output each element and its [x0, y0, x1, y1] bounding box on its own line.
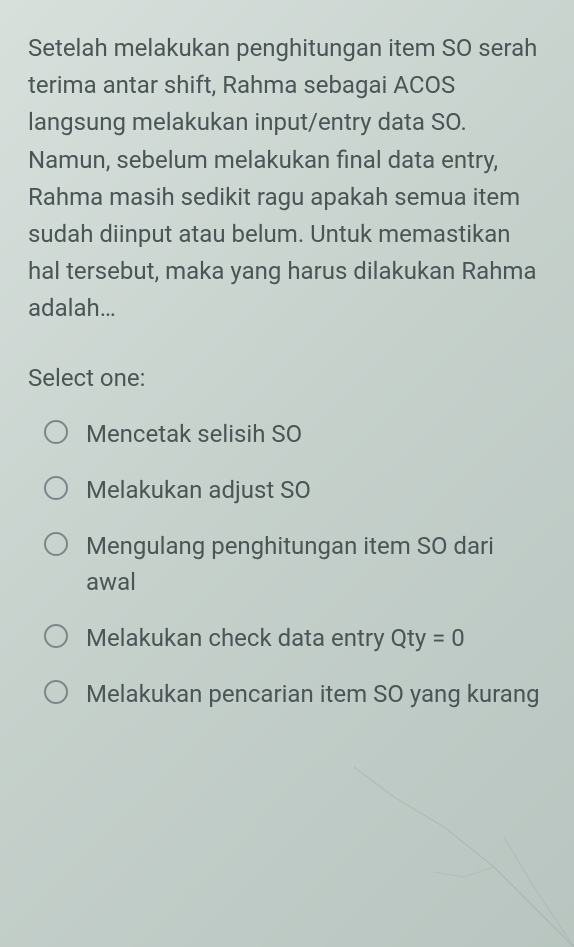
option-label: Mencetak selisih SO — [86, 416, 302, 452]
option-4[interactable]: Melakukan check data entry Qty = 0 — [28, 620, 546, 656]
option-label: Melakukan check data entry Qty = 0 — [86, 620, 465, 656]
option-label: Melakukan pencarian item SO yang kurang — [86, 676, 540, 712]
radio-icon — [44, 420, 68, 444]
option-3[interactable]: Mengulang penghitungan item SO dari awal — [28, 528, 546, 600]
option-label: Melakukan adjust SO — [86, 472, 311, 508]
options-list: Mencetak selisih SO Melakukan adjust SO … — [28, 416, 546, 712]
radio-icon — [44, 476, 68, 500]
option-5[interactable]: Melakukan pencarian item SO yang kurang — [28, 676, 546, 712]
select-one-label: Select one: — [28, 364, 546, 392]
radio-icon — [44, 532, 68, 556]
screen-crack-decoration — [294, 727, 574, 947]
question-text: Setelah melakukan penghitungan item SO s… — [28, 30, 546, 328]
option-2[interactable]: Melakukan adjust SO — [28, 472, 546, 508]
option-1[interactable]: Mencetak selisih SO — [28, 416, 546, 452]
option-label: Mengulang penghitungan item SO dari awal — [86, 528, 546, 600]
radio-icon — [44, 680, 68, 704]
radio-icon — [44, 624, 68, 648]
